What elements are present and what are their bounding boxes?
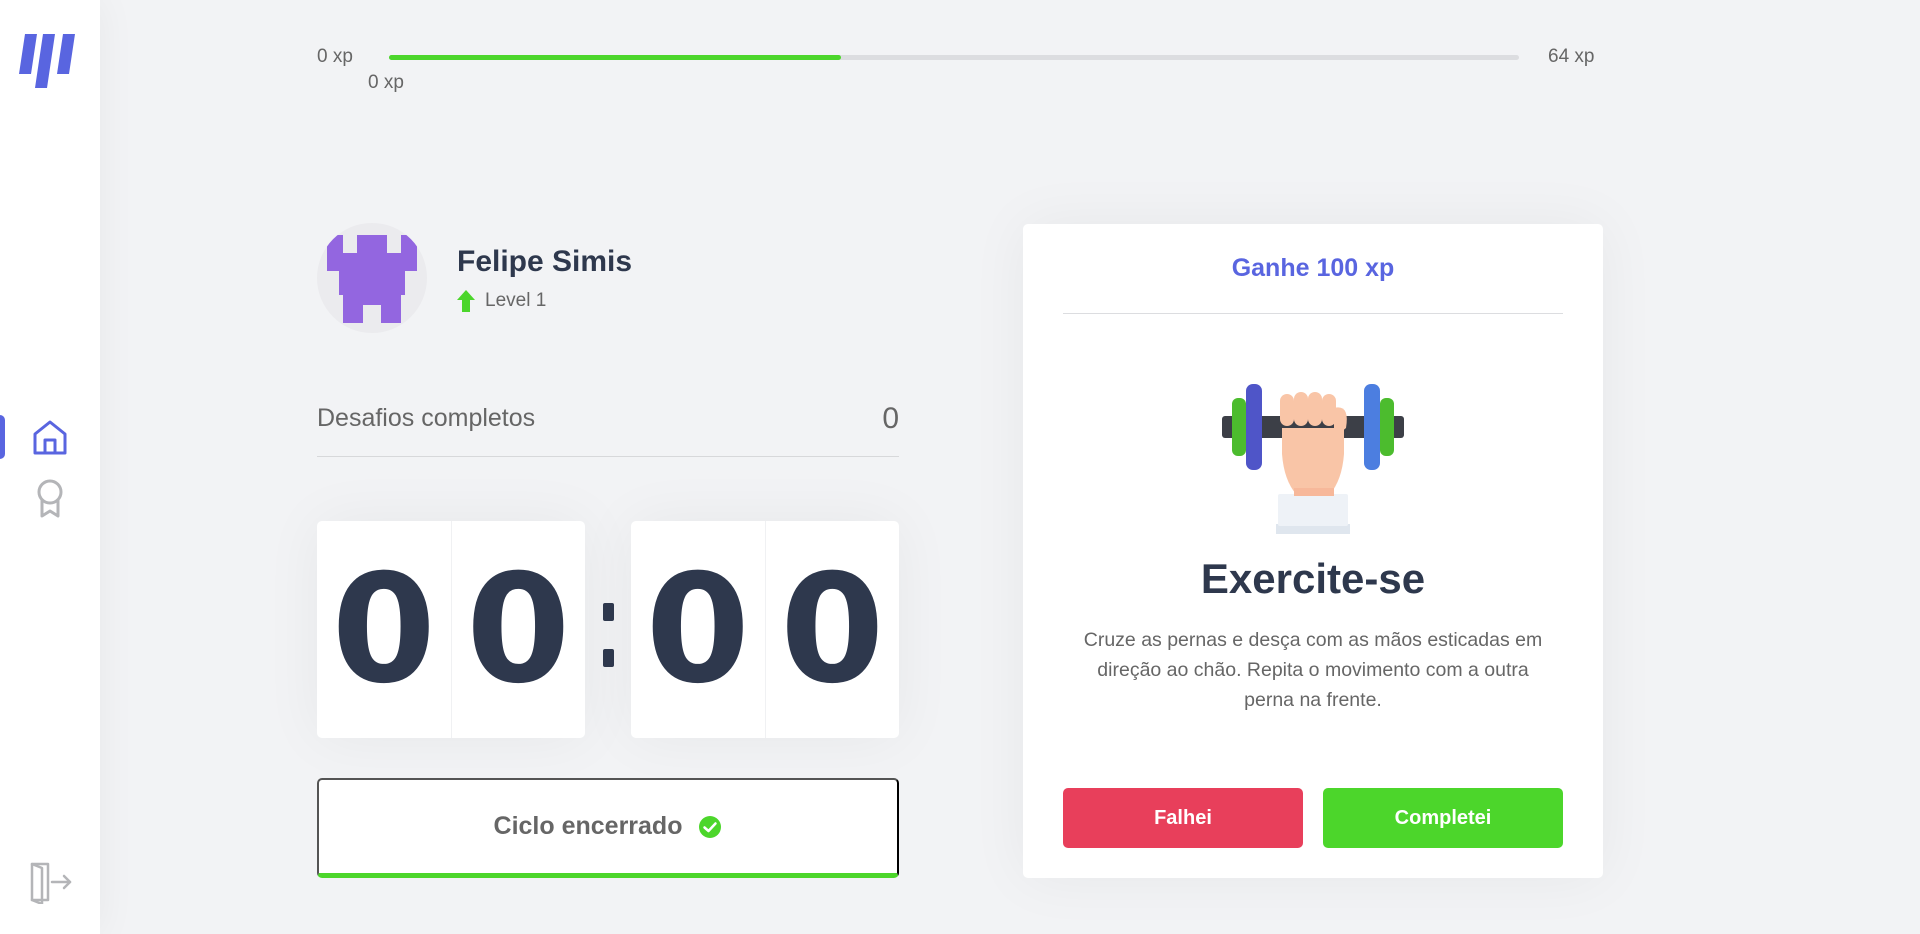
check-circle-icon: [699, 815, 722, 838]
challenge-description: Cruze as pernas e desça com as mãos esti…: [1083, 629, 1543, 711]
challenge-card: Ganhe 100 xp Exercite-se Cruze as pernas…: [1023, 224, 1603, 878]
completed-challenges-count: 0: [882, 401, 899, 435]
logout-icon[interactable]: [28, 860, 72, 904]
cycle-ended-label: Ciclo encerrado: [493, 812, 683, 840]
seconds-group: 0 0: [631, 521, 899, 738]
challenge-title: Exercite-se: [1200, 555, 1426, 602]
cycle-ended-button[interactable]: Ciclo encerrado: [317, 778, 899, 878]
profile-name: Felipe Simis: [457, 245, 633, 278]
level-row: Level 1: [457, 290, 546, 312]
completed-challenges-label: Desafios completos: [317, 404, 536, 432]
award-icon[interactable]: [30, 478, 70, 518]
xp-track: [389, 55, 1519, 60]
second-ones-digit: 0: [780, 542, 885, 717]
completed-button[interactable]: Completei: [1323, 788, 1563, 848]
dumbbell-icon: [1222, 384, 1404, 534]
level-label: Level 1: [485, 290, 547, 311]
xp-current-label: 0 xp: [368, 72, 404, 93]
countdown-separator: [585, 521, 631, 738]
failed-button[interactable]: Falhei: [1063, 788, 1303, 848]
level-up-icon: [457, 290, 475, 312]
avatar-image: [327, 235, 417, 323]
xp-min-label: 0 xp: [317, 46, 353, 67]
logo-icon: [19, 34, 75, 88]
second-tens-digit: 0: [631, 521, 766, 738]
home-icon[interactable]: [30, 417, 70, 457]
sidebar: [0, 0, 100, 934]
minutes-group: 0 0: [317, 521, 585, 738]
challenge-card-header: Ganhe 100 xp: [1063, 224, 1563, 314]
active-nav-indicator: [0, 415, 5, 459]
countdown: 0 0 0 0: [317, 521, 899, 738]
challenge-reward: Ganhe 100 xp: [1231, 254, 1395, 282]
minute-ones-digit: 0: [466, 542, 571, 717]
minute-tens-digit: 0: [317, 521, 452, 738]
avatar: [317, 223, 427, 333]
xp-max-label: 64 xp: [1548, 46, 1595, 67]
completed-challenges: Desafios completos 0: [317, 395, 899, 457]
xp-fill: [389, 55, 841, 60]
